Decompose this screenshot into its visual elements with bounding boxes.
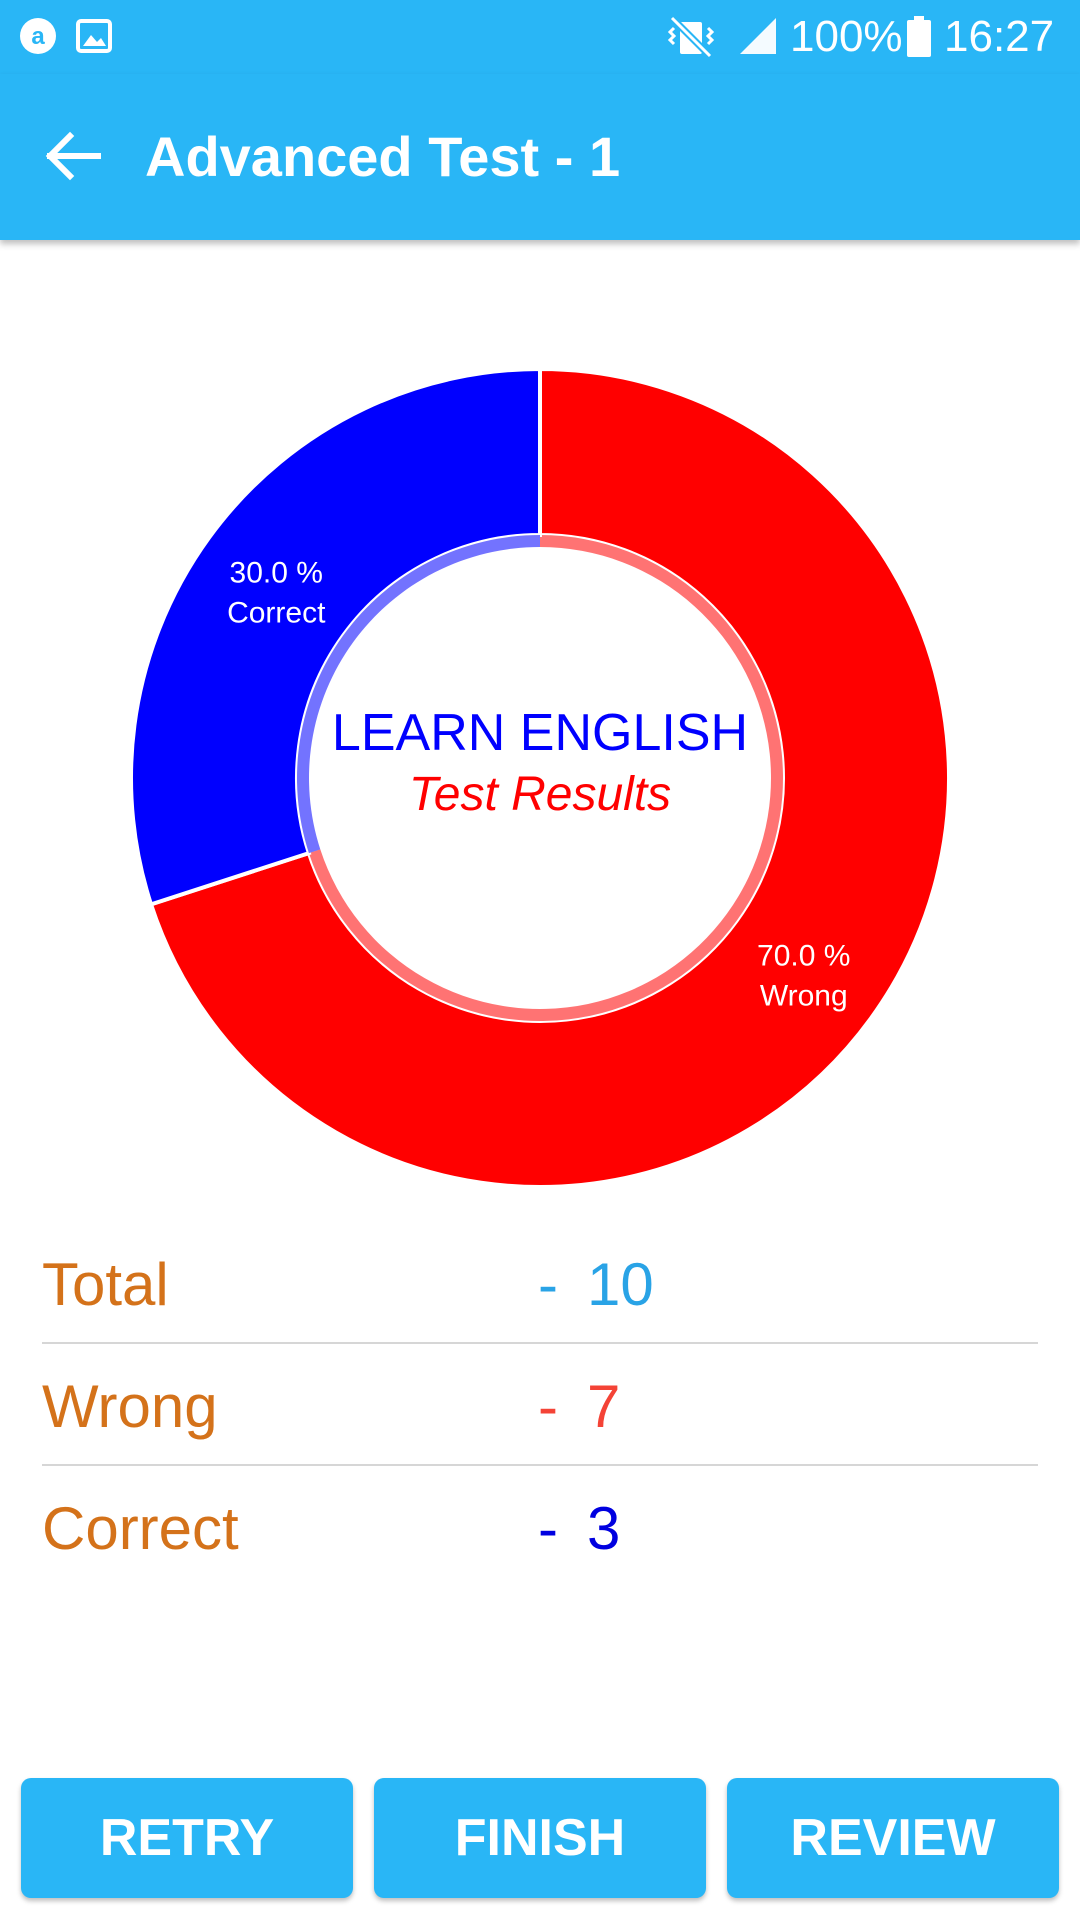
clock: 16:27 [944,12,1055,61]
amazon-app-icon: a [20,18,56,54]
retry-button[interactable]: RETRY [21,1778,353,1898]
stat-label: Wrong [42,1373,218,1440]
stat-value: 7 [587,1373,621,1440]
page-title: Advanced Test - 1 [145,125,621,188]
signal-icon [740,18,776,54]
test-results-chart: 70.0 % Wrong 30.0 % Correct LEARN ENGLISH T… [0,240,1080,1220]
vibrate-mute-icon [667,15,715,59]
chart-center-subtitle: Test Results [409,768,671,821]
arrow-back-icon[interactable] [36,120,108,192]
status-bar: a 100% 16:27 [0,0,1080,74]
stat-value: 3 [587,1495,621,1562]
donut-chart: 70.0 % Wrong 30.0 % Correct LEARN ENGLISH T… [129,366,951,1189]
stat-dash: - [538,1495,558,1562]
finish-button[interactable]: FINISH [374,1778,706,1898]
chart-center-title: LEARN ENGLISH [332,704,748,762]
slice-label-percent: 30.0 % [230,556,323,589]
stat-row-total: Total - 10 [42,1222,1038,1344]
battery-percent: 100% [790,12,903,61]
battery-icon [907,16,931,57]
app-bar: Advanced Test - 1 [0,74,1080,240]
stat-label: Correct [42,1495,239,1562]
stat-row-correct: Correct - 3 [42,1466,1038,1586]
slice-correct [129,366,542,907]
slice-label-percent: 70.0 % [757,940,850,973]
review-button[interactable]: REVIEW [727,1778,1059,1898]
gallery-icon [76,19,112,53]
slice-label-name: Correct [227,596,326,629]
stat-row-wrong: Wrong - 7 [42,1344,1038,1466]
stat-value: 10 [587,1251,654,1318]
stat-dash: - [538,1251,558,1318]
svg-text:a: a [31,23,45,50]
stats-list: Total - 10 Wrong - 7 Correct - 3 [42,1222,1038,1586]
stat-dash: - [538,1373,558,1440]
slice-label-name: Wrong [760,980,848,1013]
stat-label: Total [42,1251,169,1318]
